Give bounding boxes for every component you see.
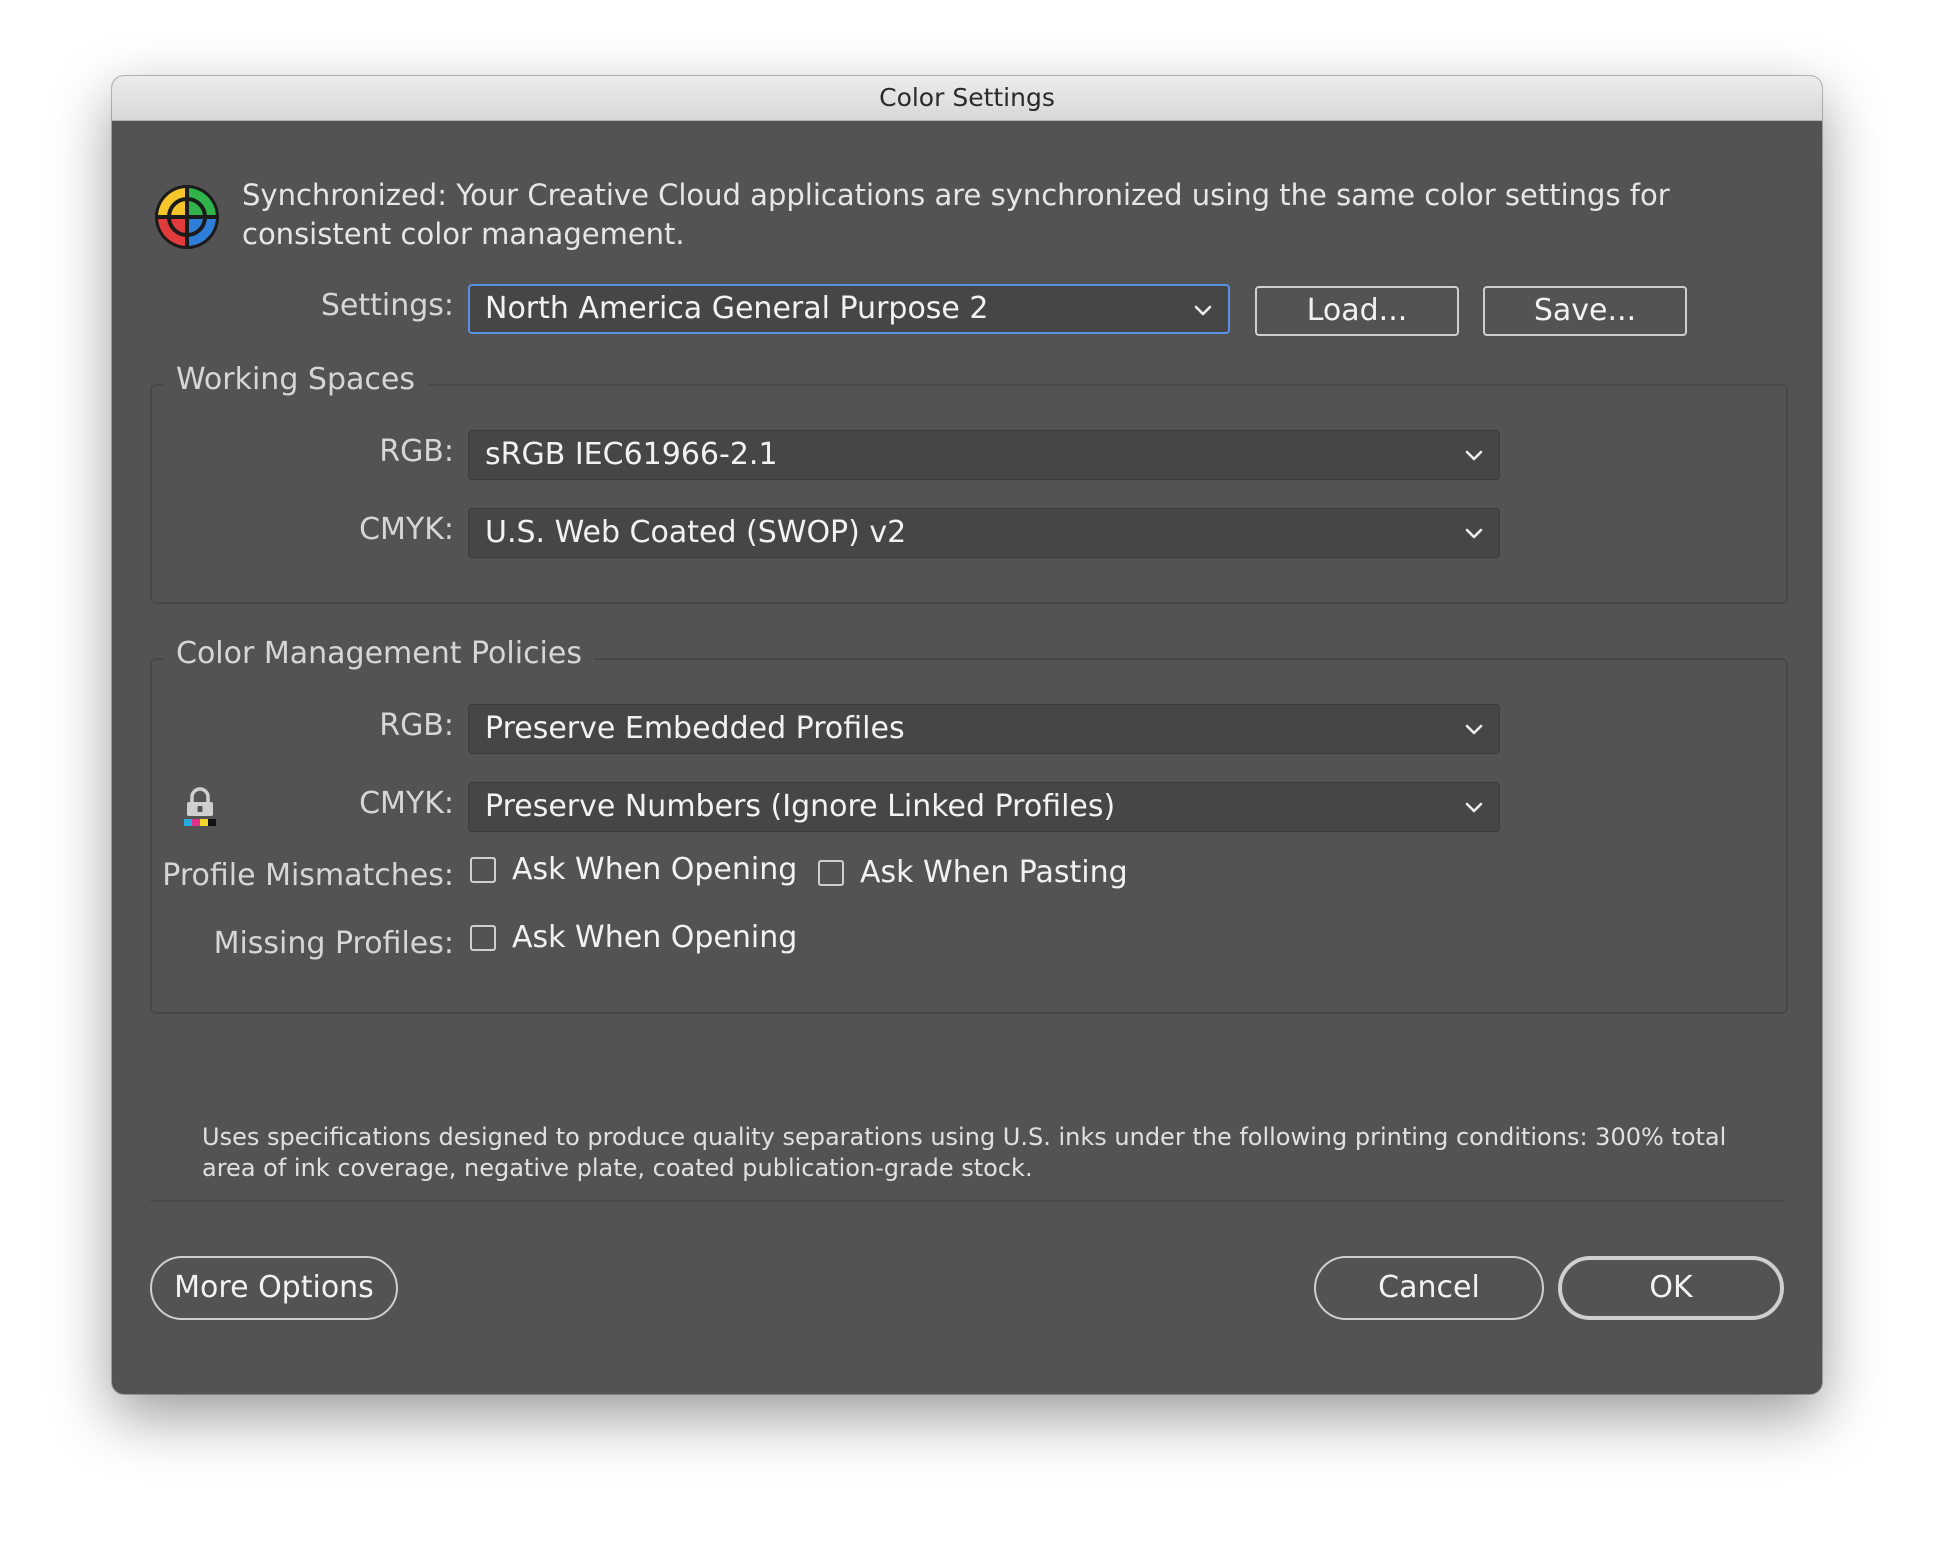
policy-cmyk-select[interactable]: Preserve Numbers (Ignore Linked Profiles… xyxy=(468,782,1500,832)
settings-description: Uses specifications designed to produce … xyxy=(202,1123,1727,1182)
missing-ask-opening-checkbox[interactable] xyxy=(470,925,496,951)
sync-message: Synchronized: Your Creative Cloud applic… xyxy=(242,178,1670,251)
policies-title: Color Management Policies xyxy=(164,636,594,671)
working-cmyk-label: CMYK: xyxy=(359,512,454,547)
profile-mismatches-label: Profile Mismatches: xyxy=(162,858,454,893)
policy-rgb-value: Preserve Embedded Profiles xyxy=(485,711,905,746)
more-options-button[interactable]: More Options xyxy=(150,1256,398,1320)
policy-rgb-label: RGB: xyxy=(379,708,454,743)
chevron-down-icon xyxy=(1465,802,1483,813)
chevron-down-icon xyxy=(1465,724,1483,735)
load-button[interactable]: Load... xyxy=(1255,286,1459,336)
save-button[interactable]: Save... xyxy=(1483,286,1687,336)
footer-divider xyxy=(150,1200,1784,1202)
cancel-button[interactable]: Cancel xyxy=(1314,1256,1544,1320)
color-settings-dialog: Color Settings Synchronized: Your Creati… xyxy=(112,76,1822,1394)
policy-rgb-select[interactable]: Preserve Embedded Profiles xyxy=(468,704,1500,754)
missing-profiles-label: Missing Profiles: xyxy=(213,926,454,961)
settings-select-value: North America General Purpose 2 xyxy=(485,291,989,326)
chevron-down-icon xyxy=(1465,450,1483,461)
working-rgb-select[interactable]: sRGB IEC61966-2.1 xyxy=(468,430,1500,480)
mismatch-ask-opening-checkbox[interactable] xyxy=(470,857,496,883)
working-cmyk-value: U.S. Web Coated (SWOP) v2 xyxy=(485,515,907,550)
policy-cmyk-label: CMYK: xyxy=(359,786,454,821)
mismatch-ask-pasting-checkbox[interactable] xyxy=(818,860,844,886)
settings-select[interactable]: North America General Purpose 2 xyxy=(468,284,1230,334)
chevron-down-icon xyxy=(1465,528,1483,539)
color-wheel-icon xyxy=(155,185,219,249)
working-rgb-value: sRGB IEC61966-2.1 xyxy=(485,437,778,472)
working-rgb-label: RGB: xyxy=(379,434,454,469)
mismatch-ask-pasting-label[interactable]: Ask When Pasting xyxy=(860,855,1128,890)
chevron-down-icon xyxy=(1194,305,1212,316)
settings-label: Settings: xyxy=(320,288,454,323)
working-spaces-group xyxy=(150,384,1788,604)
lock-icon xyxy=(184,787,216,826)
working-cmyk-select[interactable]: U.S. Web Coated (SWOP) v2 xyxy=(468,508,1500,558)
window-title: Color Settings xyxy=(112,76,1822,121)
policy-cmyk-value: Preserve Numbers (Ignore Linked Profiles… xyxy=(485,789,1116,824)
working-spaces-title: Working Spaces xyxy=(164,362,427,397)
missing-ask-opening-label[interactable]: Ask When Opening xyxy=(512,920,797,955)
mismatch-ask-opening-label[interactable]: Ask When Opening xyxy=(512,852,797,887)
ok-button[interactable]: OK xyxy=(1558,1256,1784,1320)
